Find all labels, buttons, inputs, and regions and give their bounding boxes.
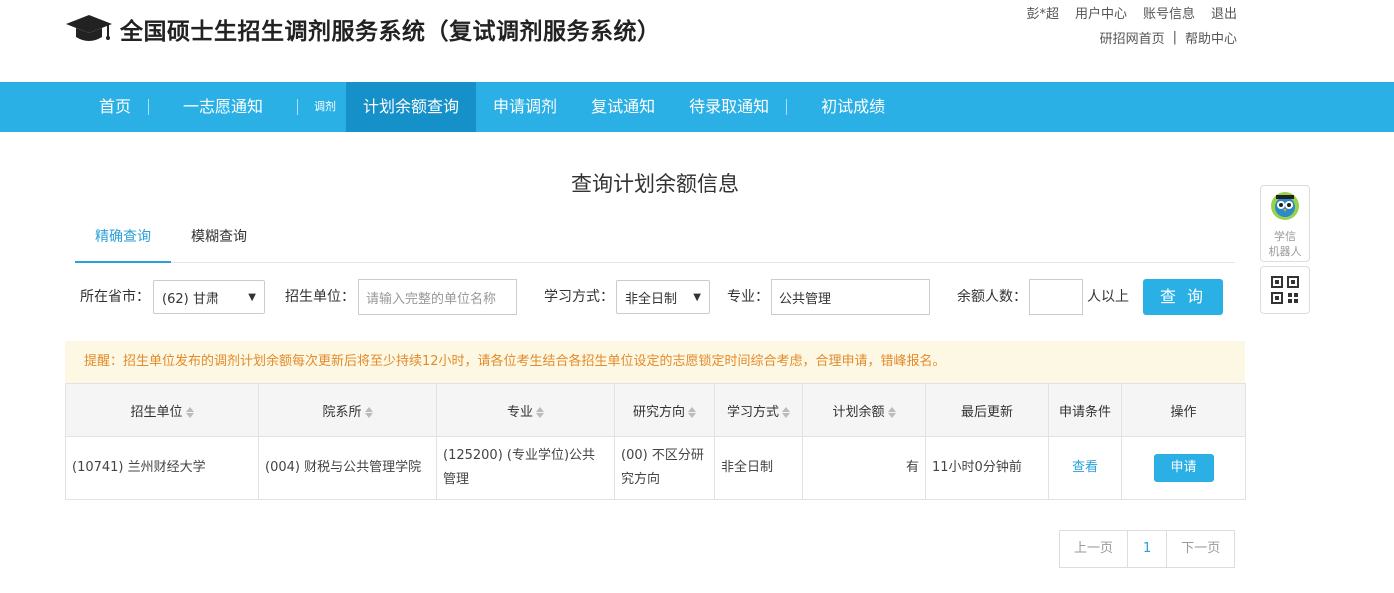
yanzhao-home-link[interactable]: 研招网首页 <box>1100 28 1165 47</box>
nav-pending-admission[interactable]: 待录取通知 <box>672 82 786 132</box>
chevron-down-icon: ▼ <box>693 291 701 303</box>
user-center-link[interactable]: 用户中心 <box>1075 3 1127 22</box>
nav-apply-adjust[interactable]: 申请调剂 <box>476 82 574 132</box>
tab-fuzzy-query[interactable]: 模糊查询 <box>171 224 267 263</box>
col-header-condition: 申请条件 <box>1048 383 1122 437</box>
page-title: 查询计划余额信息 <box>571 172 739 196</box>
cell-action: 申请 <box>1121 436 1246 500</box>
sort-icon <box>364 406 373 418</box>
nav-initial-scores[interactable]: 初试成绩 <box>787 82 919 132</box>
sort-icon <box>536 406 544 418</box>
robot-widget[interactable]: 学信 机器人 <box>1260 185 1310 262</box>
col-header-label: 院系所 <box>322 404 362 420</box>
nav-retest-notice[interactable]: 复试通知 <box>574 82 672 132</box>
remain-input[interactable] <box>1029 279 1083 315</box>
tab-exact-query[interactable]: 精确查询 <box>75 224 171 263</box>
sort-icon <box>782 406 790 418</box>
col-header-dept[interactable]: 院系所 <box>258 383 437 437</box>
nav-plan-balance-query[interactable]: 计划余额查询 <box>346 82 477 132</box>
major-value: 公共管理 <box>779 291 832 307</box>
result-table: 招生单位 院系所 专业 研究方向 学习方式 计划余额 最后更新 申请条件 操作 … <box>65 383 1246 500</box>
app-title: 全国硕士生招生调剂服务系统（复试调剂服务系统） <box>120 19 661 45</box>
major-input[interactable]: 公共管理 <box>771 279 930 315</box>
cell-mode: 非全日制 <box>714 436 803 500</box>
col-header-label: 研究方向 <box>632 404 685 420</box>
table-row: (10741) 兰州财经大学 (004) 财税与公共管理学院 (125200) … <box>65 436 1246 500</box>
mode-value: 非全日制 <box>625 291 678 307</box>
col-header-unit[interactable]: 招生单位 <box>65 383 259 437</box>
help-center-link[interactable]: 帮助中心 <box>1185 28 1237 47</box>
cell-dept: (004) 财税与公共管理学院 <box>258 436 437 500</box>
col-header-mode[interactable]: 学习方式 <box>714 383 803 437</box>
cell-updated: 11小时0分钟前 <box>925 436 1049 500</box>
robot-label-2: 机器人 <box>1268 245 1302 258</box>
robot-label-1: 学信 <box>1274 230 1296 243</box>
remain-label: 余额人数： <box>957 289 1027 305</box>
qr-code-icon <box>1271 276 1299 304</box>
logout-link[interactable]: 退出 <box>1211 3 1237 22</box>
top-links: 彭*超 用户中心 账号信息 退出 研招网首页 | 帮助中心 <box>1026 2 1237 47</box>
col-header-remain[interactable]: 计划余额 <box>802 383 926 437</box>
sort-icon <box>185 406 194 418</box>
sort-icon <box>688 406 696 418</box>
mode-select[interactable]: 非全日制 ▼ <box>616 280 710 314</box>
province-label: 所在省市： <box>80 289 150 305</box>
qr-code-widget[interactable] <box>1260 266 1310 314</box>
unit-label: 招生单位： <box>285 289 355 305</box>
col-header-label: 专业 <box>506 404 533 420</box>
col-header-label: 招生单位 <box>130 404 183 420</box>
col-header-direction[interactable]: 研究方向 <box>614 383 715 437</box>
notice-banner: 提醒：招生单位发布的调剂计划余额每次更新后将至少持续12小时，请各位考生结合各招… <box>65 341 1245 383</box>
col-header-action: 操作 <box>1121 383 1246 437</box>
sort-icon <box>887 406 896 418</box>
cell-major: (125200) (专业学位)公共管理 <box>436 436 615 500</box>
filter-bar: 所在省市： (62) 甘肃 ▼ 招生单位： 请输入完整的单位名称 学习方式： 非… <box>80 279 1230 315</box>
col-header-label: 学习方式 <box>726 404 779 420</box>
col-header-label: 计划余额 <box>832 404 885 420</box>
user-name[interactable]: 彭*超 <box>1026 3 1059 22</box>
nav-section-adjust: 调剂 <box>314 100 337 113</box>
remain-suffix: 人以上 <box>1087 289 1129 305</box>
account-info-link[interactable]: 账号信息 <box>1143 3 1195 22</box>
col-header-label: 操作 <box>1170 404 1197 420</box>
header: 全国硕士生招生调剂服务系统（复试调剂服务系统） 彭*超 用户中心 账号信息 退出… <box>0 0 1394 82</box>
unit-input[interactable]: 请输入完整的单位名称 <box>358 279 517 315</box>
pagination: 上一页 1 下一页 <box>1059 530 1236 568</box>
link-separator: | <box>1172 29 1177 45</box>
next-page-button[interactable]: 下一页 <box>1167 531 1234 567</box>
cell-condition: 查看 <box>1048 436 1122 500</box>
graduation-cap-icon <box>66 15 112 41</box>
prev-page-button[interactable]: 上一页 <box>1060 531 1129 567</box>
cell-direction: (00) 不区分研究方向 <box>614 436 715 500</box>
major-label: 专业： <box>727 289 769 305</box>
apply-button[interactable]: 申请 <box>1153 454 1214 482</box>
nav-home[interactable]: 首页 <box>82 82 148 132</box>
unit-placeholder: 请输入完整的单位名称 <box>366 291 497 307</box>
owl-robot-icon <box>1271 192 1299 220</box>
province-select[interactable]: (62) 甘肃 ▼ <box>153 280 265 314</box>
col-header-label: 最后更新 <box>960 404 1013 420</box>
chevron-down-icon: ▼ <box>248 291 256 303</box>
mode-label: 学习方式： <box>544 289 614 305</box>
col-header-label: 申请条件 <box>1058 404 1111 420</box>
current-page[interactable]: 1 <box>1128 531 1168 567</box>
query-button[interactable]: 查 询 <box>1143 279 1223 315</box>
table-header-row: 招生单位 院系所 专业 研究方向 学习方式 计划余额 最后更新 申请条件 操作 <box>65 383 1246 437</box>
col-header-major[interactable]: 专业 <box>436 383 615 437</box>
cell-remain: 有 <box>802 436 926 500</box>
province-value: (62) 甘肃 <box>162 291 219 307</box>
query-tabs: 精确查询 模糊查询 <box>75 224 1235 263</box>
col-header-updated: 最后更新 <box>925 383 1049 437</box>
nav-first-choice-notice[interactable]: 一志愿通知 <box>149 82 297 132</box>
view-condition-link[interactable]: 查看 <box>1072 460 1098 475</box>
main-nav: 首页 一志愿通知 调剂 计划余额查询 申请调剂 复试通知 待录取通知 初试成绩 <box>0 82 1394 132</box>
logo: 全国硕士生招生调剂服务系统（复试调剂服务系统） <box>66 12 661 46</box>
cell-unit[interactable]: (10741) 兰州财经大学 <box>65 436 259 500</box>
